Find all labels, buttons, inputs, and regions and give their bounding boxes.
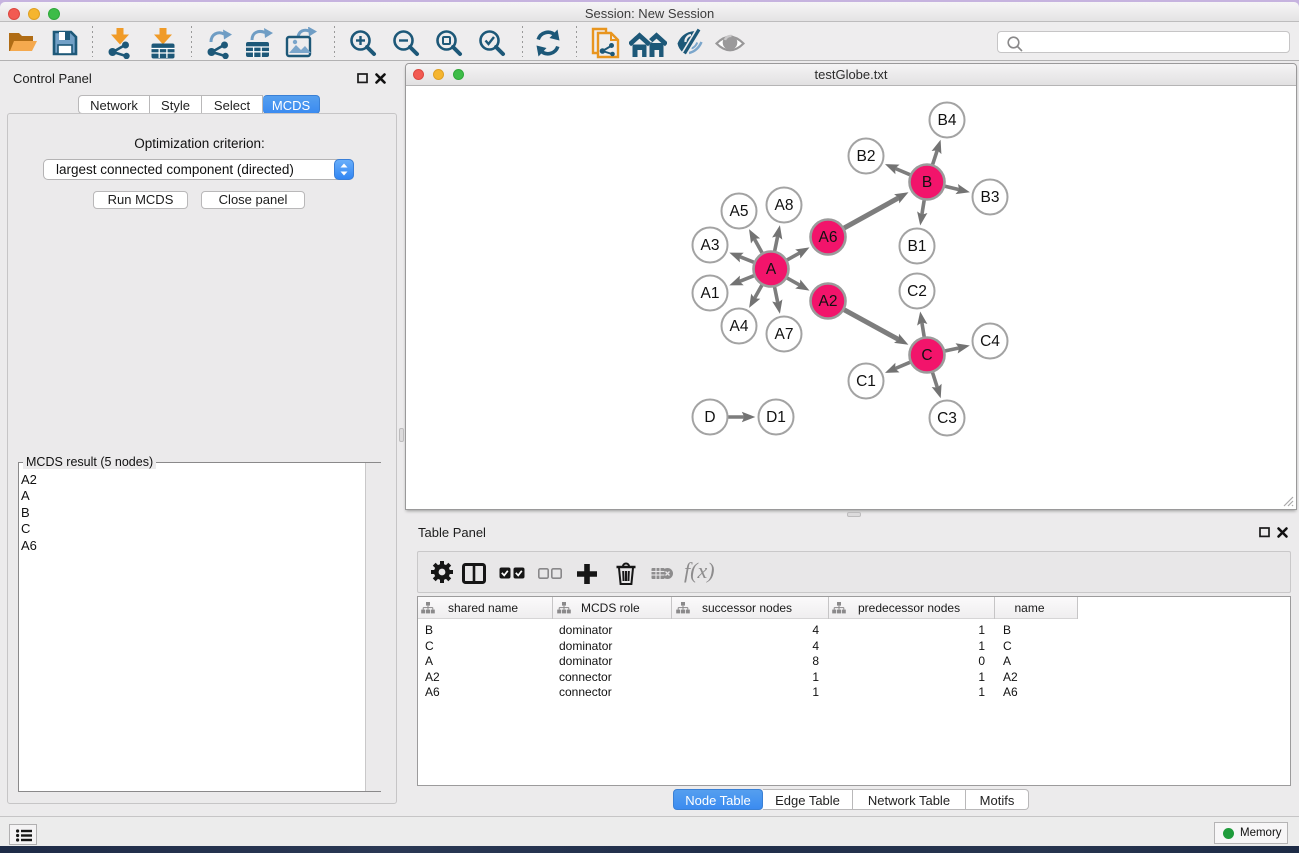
svg-text:A3: A3 bbox=[701, 237, 720, 254]
svg-text:A2: A2 bbox=[819, 293, 838, 310]
svg-text:C1: C1 bbox=[856, 373, 876, 390]
svg-text:B3: B3 bbox=[981, 189, 1000, 206]
svg-text:A: A bbox=[766, 261, 777, 278]
svg-text:C: C bbox=[921, 347, 932, 364]
svg-text:A6: A6 bbox=[819, 229, 838, 246]
svg-text:D1: D1 bbox=[766, 409, 786, 426]
svg-text:A5: A5 bbox=[730, 203, 749, 220]
svg-text:A8: A8 bbox=[775, 197, 794, 214]
svg-text:B: B bbox=[922, 174, 932, 191]
svg-text:B4: B4 bbox=[938, 112, 957, 129]
svg-text:C4: C4 bbox=[980, 333, 1000, 350]
svg-text:B1: B1 bbox=[908, 238, 927, 255]
svg-text:B2: B2 bbox=[857, 148, 876, 165]
svg-text:A1: A1 bbox=[701, 285, 720, 302]
svg-text:A7: A7 bbox=[775, 326, 794, 343]
svg-text:C2: C2 bbox=[907, 283, 927, 300]
svg-text:A4: A4 bbox=[730, 318, 749, 335]
svg-text:C3: C3 bbox=[937, 410, 957, 427]
svg-text:D: D bbox=[704, 409, 715, 426]
